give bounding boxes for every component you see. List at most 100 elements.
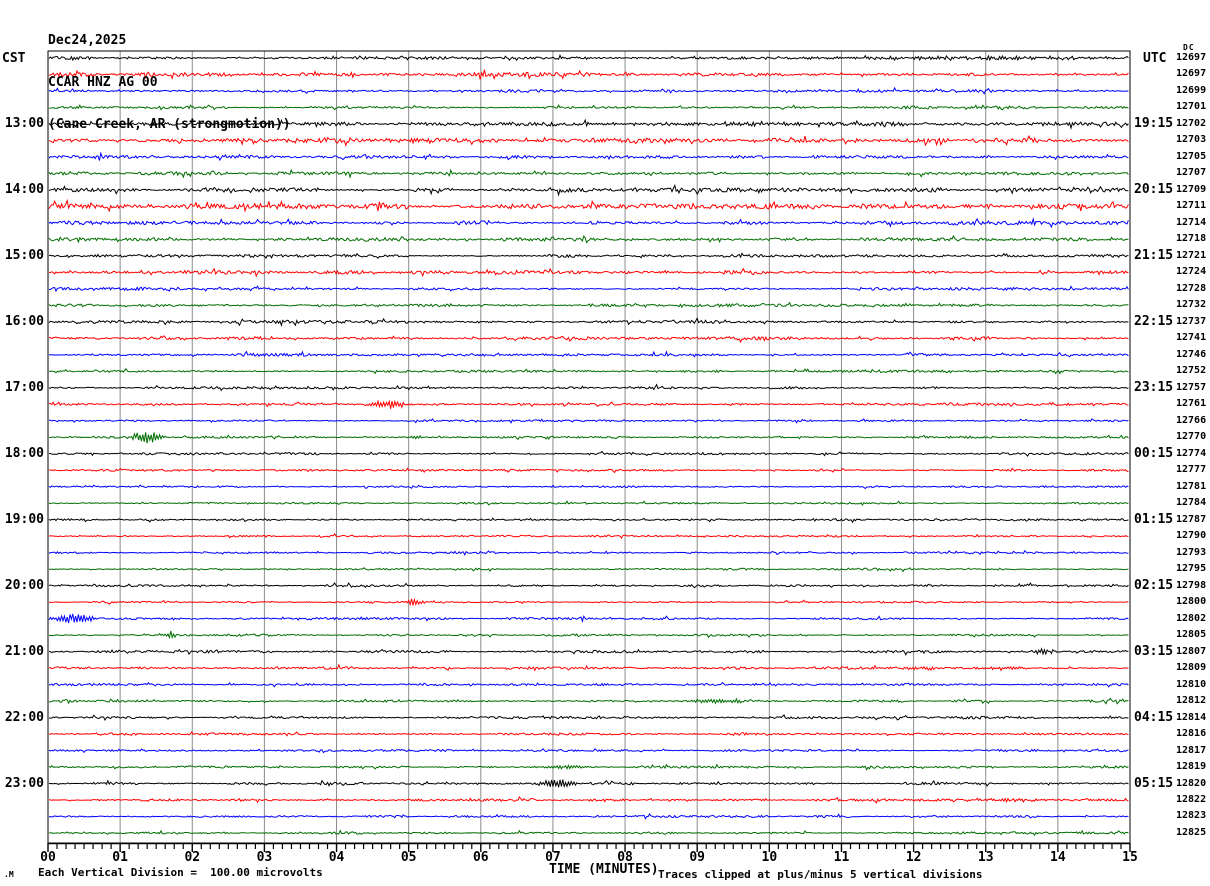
dc-value: 12814 — [1176, 711, 1207, 723]
x-tick-label: 00 — [40, 850, 56, 865]
dc-value: 12724 — [1176, 266, 1207, 278]
utc-time-label: 20:15 — [1134, 181, 1174, 197]
dc-value: 12699 — [1176, 84, 1207, 96]
seismic-trace — [48, 432, 1129, 444]
dc-header: DC — [1183, 43, 1195, 52]
seismic-trace — [48, 467, 1129, 474]
seismic-trace — [48, 383, 1129, 392]
seismic-trace — [48, 697, 1129, 705]
dc-value: 12697 — [1176, 68, 1207, 80]
dc-value: 12757 — [1176, 381, 1207, 393]
utc-time-label: 04:15 — [1134, 709, 1174, 725]
cst-hour-label: 23:00 — [4, 775, 44, 791]
x-tick-label: 05 — [400, 850, 417, 865]
seismic-trace — [48, 168, 1129, 179]
seismic-trace — [48, 778, 1129, 789]
cst-hour-label: 16:00 — [4, 313, 44, 329]
dc-value: 12701 — [1176, 101, 1207, 113]
x-tick-label: 11 — [833, 850, 850, 865]
seismic-trace — [48, 532, 1129, 539]
seismic-trace — [48, 399, 1129, 409]
seismic-trace — [48, 647, 1129, 656]
seismic-trace — [48, 267, 1129, 278]
utc-time-label: 19:15 — [1134, 115, 1174, 131]
seismic-trace — [48, 252, 1129, 260]
dc-value: 12784 — [1176, 497, 1207, 509]
dc-value: 12798 — [1176, 579, 1207, 591]
x-tick-label: 04 — [328, 850, 345, 865]
dc-value: 12795 — [1176, 563, 1207, 575]
seismic-trace — [48, 418, 1129, 424]
dc-value: 12805 — [1176, 629, 1207, 641]
dc-value: 12820 — [1176, 777, 1207, 789]
x-tick-label: 12 — [905, 850, 922, 865]
dc-value: 12822 — [1176, 794, 1207, 805]
seismic-trace — [48, 663, 1129, 672]
dc-value: 12802 — [1176, 612, 1207, 624]
dc-value: 12777 — [1176, 464, 1207, 476]
seismic-trace — [48, 813, 1129, 820]
dc-value: 12816 — [1176, 728, 1207, 740]
utc-time-label: 05:15 — [1134, 775, 1174, 791]
dc-value: 12721 — [1176, 249, 1207, 261]
dc-value: 12817 — [1176, 744, 1207, 756]
seismic-trace — [48, 730, 1129, 737]
x-tick-label: 14 — [1050, 850, 1066, 865]
left-axis-label: CST — [2, 51, 26, 66]
x-tick-label: 13 — [977, 850, 994, 865]
x-tick-label: 02 — [184, 850, 201, 865]
station-id: CCAR HNZ AG 00 — [48, 75, 158, 90]
dc-value: 12823 — [1176, 810, 1207, 822]
dc-value: 12787 — [1176, 513, 1207, 525]
seismic-trace — [48, 613, 1129, 624]
seismic-trace — [48, 368, 1129, 375]
cst-hour-label: 17:00 — [4, 379, 44, 395]
seismic-trace — [48, 567, 1129, 573]
seismic-trace — [48, 714, 1129, 722]
seismic-trace — [48, 301, 1129, 309]
dc-value: 12812 — [1176, 695, 1207, 707]
plot-border — [47, 50, 1131, 844]
seismic-trace — [48, 234, 1129, 244]
dc-value: 12809 — [1176, 662, 1207, 674]
vertical-division-note: Each Vertical Division = 100.00 microvol… — [38, 866, 323, 879]
dc-value: 12714 — [1176, 216, 1207, 228]
dc-value: 12800 — [1176, 596, 1207, 608]
utc-time-label: 00:15 — [1134, 445, 1174, 461]
seismic-trace — [48, 597, 1129, 607]
dc-value: 12781 — [1176, 480, 1207, 492]
title-block: Dec24,2025 CCAR HNZ AG 00 (Cane Creek, A… — [48, 6, 291, 160]
station-location: (Cane Creek, AR (strongmotion)) — [48, 117, 291, 132]
seismic-trace — [48, 484, 1129, 490]
x-tick-label: 09 — [689, 850, 706, 865]
dc-value: 12741 — [1176, 332, 1207, 344]
utc-time-label: 03:15 — [1134, 643, 1174, 659]
dc-value: 12718 — [1176, 233, 1207, 245]
dc-value: 12774 — [1176, 447, 1207, 459]
dc-value: 12752 — [1176, 365, 1207, 377]
utc-time-label: 23:15 — [1134, 379, 1174, 395]
seismic-trace — [48, 450, 1129, 457]
seismic-trace — [48, 549, 1129, 557]
dc-value: 12709 — [1176, 183, 1207, 195]
seismic-trace — [48, 184, 1129, 197]
dc-value: 12810 — [1176, 678, 1207, 690]
dc-value: 12761 — [1176, 398, 1207, 410]
dc-value: 12707 — [1176, 167, 1207, 179]
dc-value: 12746 — [1176, 348, 1207, 360]
cst-hour-label: 19:00 — [4, 511, 44, 527]
corner-mark: .M — [4, 870, 14, 879]
cst-hour-label: 14:00 — [4, 181, 44, 197]
dc-value: 12790 — [1176, 530, 1207, 542]
dc-value: 12807 — [1176, 645, 1207, 657]
dc-value: 12793 — [1176, 546, 1207, 558]
utc-time-label: 21:15 — [1134, 247, 1174, 263]
right-axis-label: UTC — [1143, 51, 1167, 66]
cst-hour-label: 21:00 — [4, 643, 44, 659]
dc-value: 12825 — [1176, 826, 1207, 838]
clip-note: Traces clipped at plus/minus 5 vertical … — [658, 868, 983, 881]
dc-value: 12702 — [1176, 117, 1207, 129]
x-tick-label: 01 — [112, 850, 128, 865]
helicorder-page: Dec24,2025 CCAR HNZ AG 00 (Cane Creek, A… — [0, 0, 1210, 886]
seismic-trace — [48, 795, 1129, 804]
